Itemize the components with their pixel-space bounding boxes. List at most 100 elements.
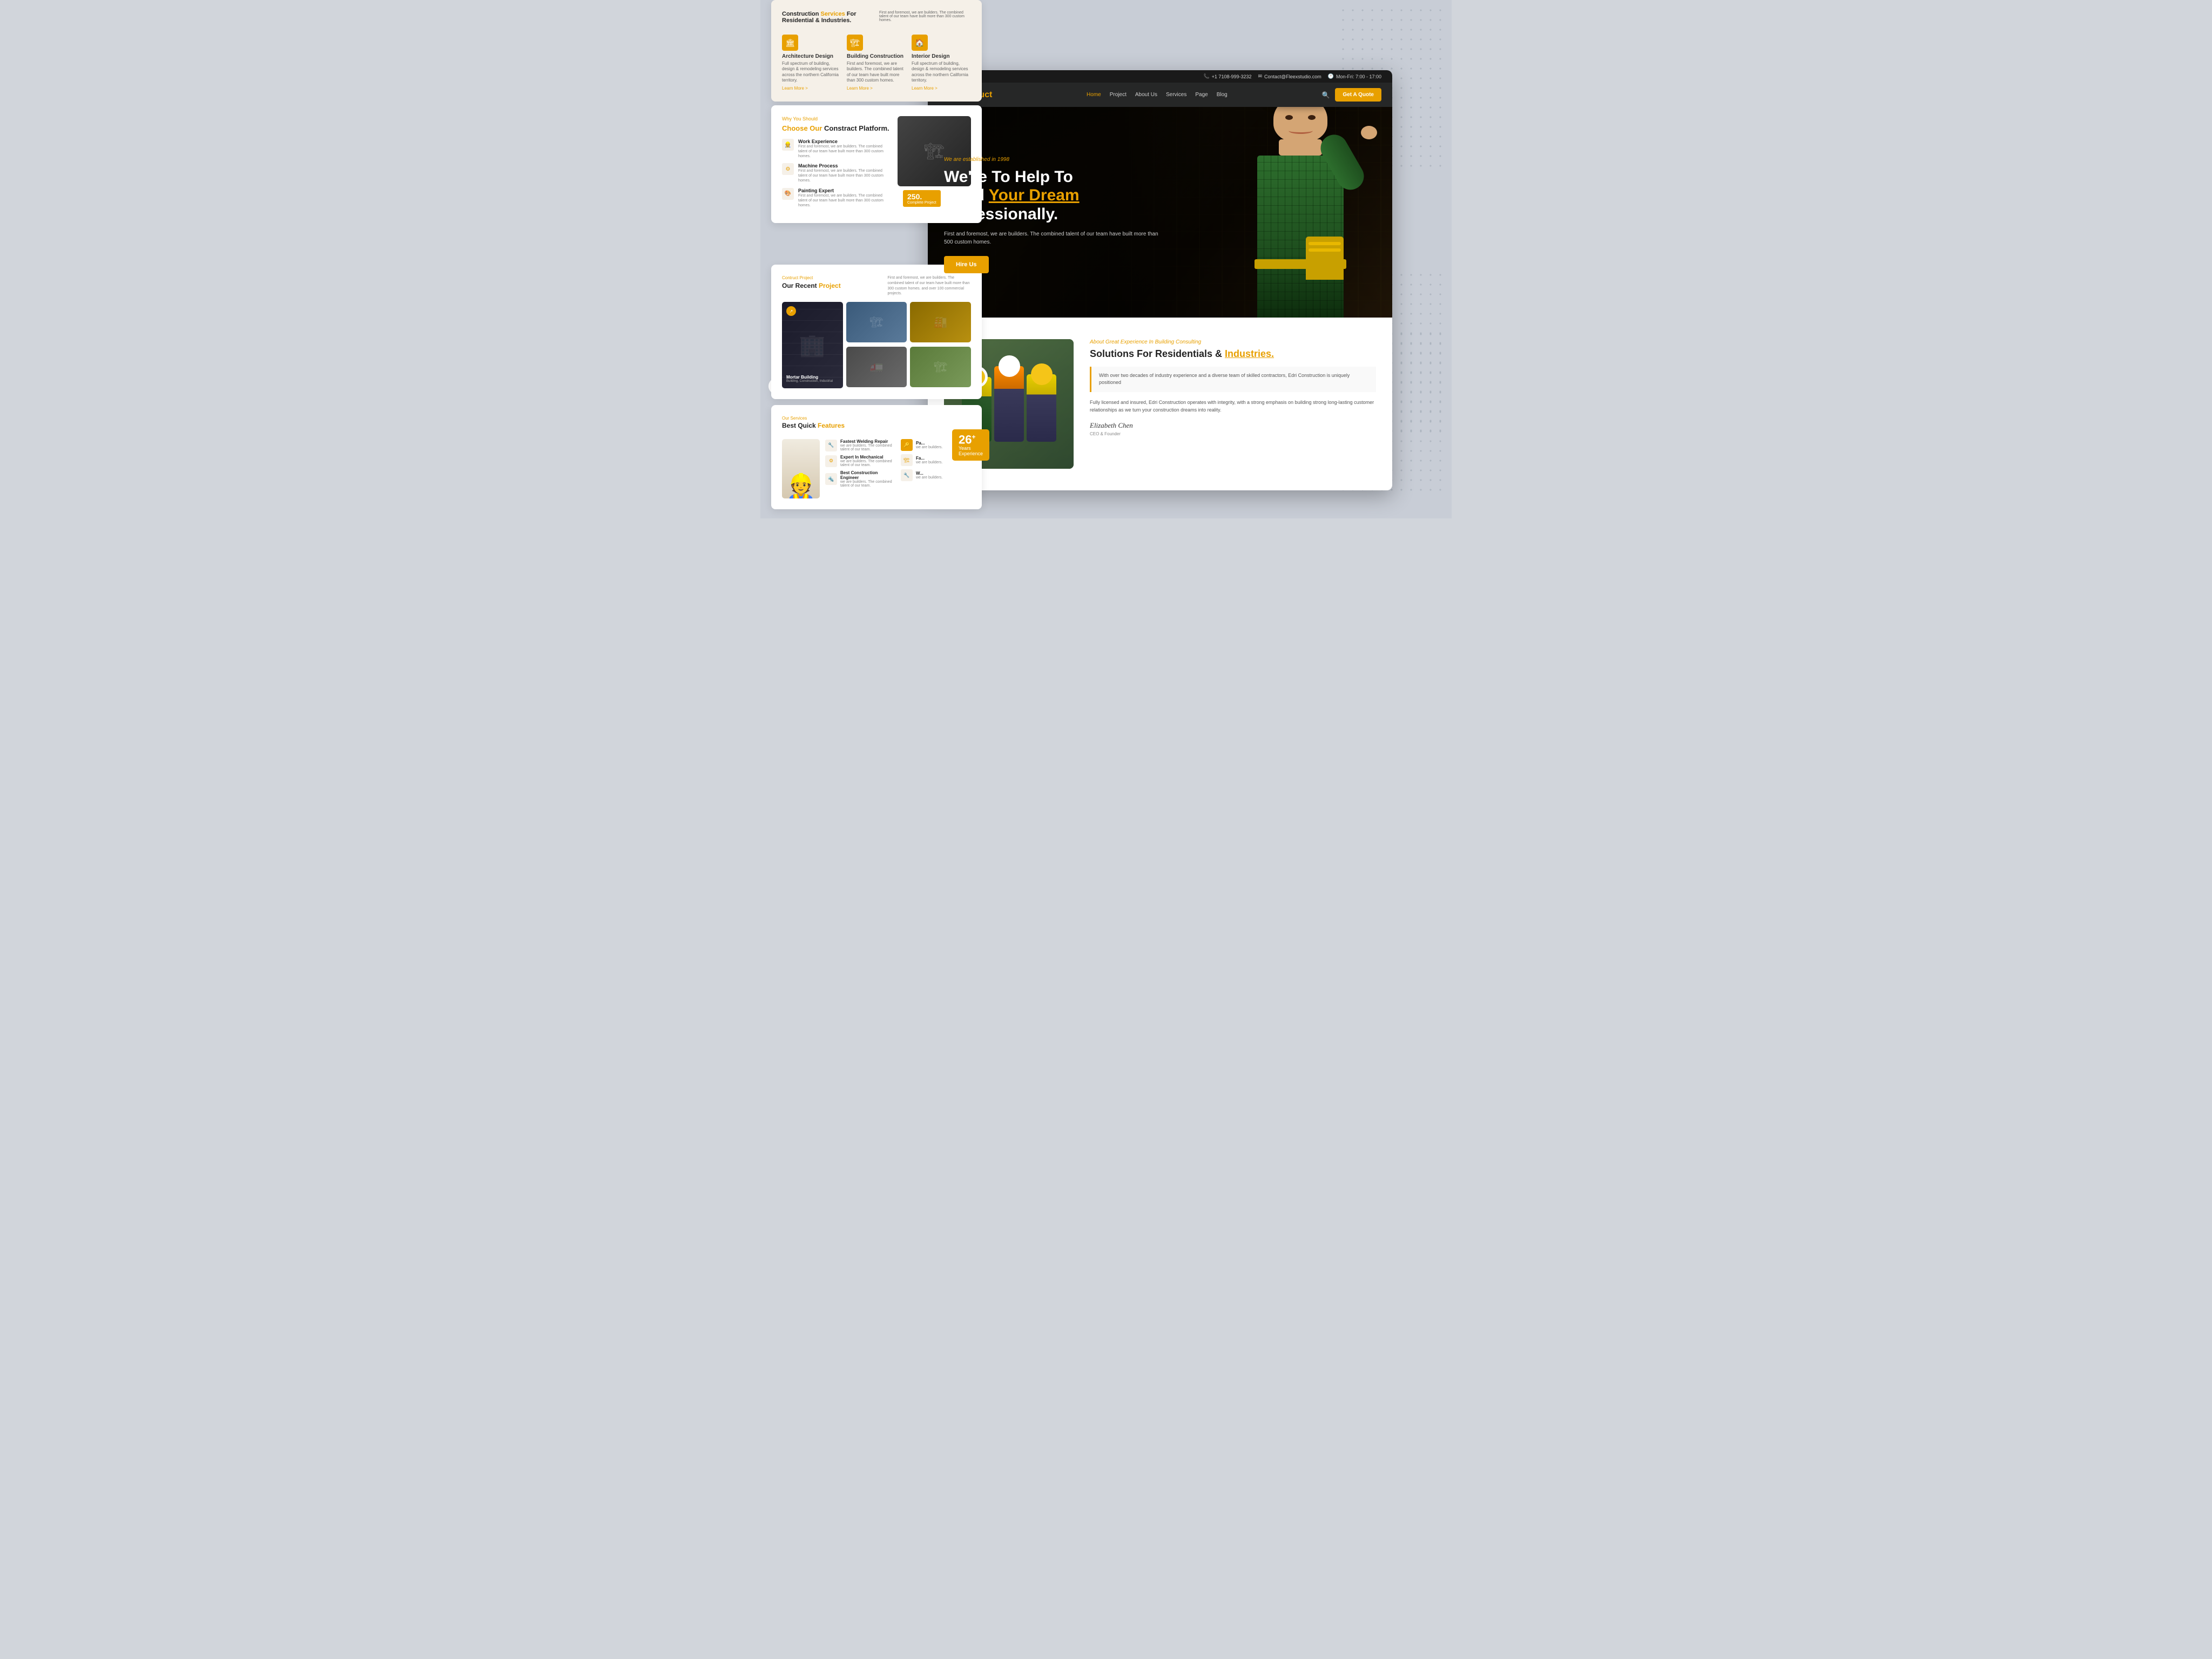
welding-icon: 🔧	[825, 440, 837, 451]
nav-project[interactable]: Project	[1110, 92, 1127, 98]
hero-worker	[1246, 118, 1381, 318]
machine-desc: First and foremost, we are builders. The…	[798, 168, 892, 183]
project-grid: 🏢 ↗ Mortar Building Building, Constructi…	[782, 302, 971, 388]
engineer-title: Best Construction Engineer	[840, 470, 895, 480]
hero-title-line1: We're To Help To	[944, 168, 1073, 186]
architecture-icon: 🏛	[782, 35, 798, 51]
top-bar-right: 📞 +1 7108-999-3232 ✉ Contact@Fleexstudio…	[1203, 73, 1381, 79]
service-item-building: 🏗 Building Construction First and foremo…	[847, 35, 906, 91]
choose-pre-title: Why You Should	[782, 116, 892, 122]
features-highlight: Features	[818, 422, 845, 429]
tool-bag	[1306, 237, 1344, 280]
about-section: 26+ YearsExperience About Great Experien…	[928, 318, 1392, 490]
project-item-4[interactable]: 🚛	[846, 347, 907, 387]
interior-title: Interior Design	[912, 53, 971, 59]
engineer-icon: 🔩	[825, 473, 837, 485]
project-highlight: Project	[819, 282, 841, 289]
card-project: Contruct Project Our Recent Project Firs…	[771, 265, 982, 399]
experience-label: YearsExperience	[959, 446, 983, 456]
hero-title-line3: Professionally.	[944, 205, 1058, 223]
ceo-title: CEO & Founder	[1090, 431, 1376, 436]
project-item-5[interactable]: 🏗	[910, 347, 971, 387]
hero-title: We're To Help To Build Your Dream Profes…	[944, 168, 1160, 224]
experience-title: Work Experience	[798, 139, 892, 144]
experience-icon: 👷	[782, 139, 794, 151]
machine-title: Machine Process	[798, 163, 892, 168]
experience-number: 26+	[959, 434, 983, 446]
hero-title-line2: Build	[944, 186, 989, 204]
hours-info: 🕐 Mon-Fri: 7:00 - 17:00	[1328, 73, 1381, 79]
feature-w: 🔧 W... we are builders.	[901, 469, 971, 481]
welding-title: Fastest Welding Repair	[840, 439, 895, 444]
architecture-learn-more[interactable]: Learn More >	[782, 86, 841, 91]
experience-badge: 26+ YearsExperience	[952, 429, 989, 461]
feature-welding: 🔧 Fastest Welding Repair we are builders…	[825, 439, 895, 451]
nav-page[interactable]: Page	[1195, 92, 1208, 98]
business-hours: Mon-Fri: 7:00 - 17:00	[1336, 74, 1381, 79]
mechanical-desc: we are builders. The combined talent of …	[840, 460, 895, 467]
fast-service-icon: 🔑	[901, 439, 913, 451]
service-item-interior: 🏠 Interior Design Full spectrum of build…	[912, 35, 971, 91]
building-desc: First and foremost, we are builders. The…	[847, 61, 906, 84]
architecture-desc: Full spectrum of building, design & remo…	[782, 61, 841, 84]
worker-face	[1273, 107, 1327, 142]
worker-hand	[1361, 126, 1377, 139]
about-pre-title: About Great Experience In Building Consu…	[1090, 339, 1376, 345]
get-quote-button[interactable]: Get A Quote	[1335, 88, 1381, 102]
engineer-desc: we are builders. The combined talent of …	[840, 480, 895, 488]
about-quote: With over two decades of industry experi…	[1090, 367, 1376, 392]
nav-home[interactable]: Home	[1087, 92, 1101, 98]
project-item-3[interactable]: 🏭	[910, 302, 971, 342]
hire-us-button[interactable]: Hire Us	[944, 256, 989, 273]
painting-title: Painting Expert	[798, 188, 892, 193]
project-description: First and foremost, we are builders. The…	[887, 275, 971, 296]
features-list-left: 🔧 Fastest Welding Repair we are builders…	[825, 439, 895, 498]
choose-badge: 250. Complete Project	[903, 190, 941, 207]
top-bar: f t in G+ 📞 +1 7108-999-3232 ✉ Contact@F…	[928, 70, 1392, 83]
nav-actions: 🔍 Get A Quote	[1321, 88, 1381, 102]
choose-item-experience: 👷 Work Experience First and foremost, we…	[782, 139, 892, 159]
architecture-title: Architecture Design	[782, 53, 841, 59]
phone-icon: 📞	[1203, 73, 1209, 79]
feature-engineer: 🔩 Best Construction Engineer we are buil…	[825, 470, 895, 488]
about-description: Fully licensed and insured, Edri Constru…	[1090, 399, 1376, 414]
mechanical-title: Expert In Mechanical	[840, 455, 895, 460]
building-title: Building Construction	[847, 53, 906, 59]
clock-icon: 🕐	[1328, 73, 1334, 79]
building-learn-more[interactable]: Learn More >	[847, 86, 906, 91]
about-title: Solutions For Residentials & Industries.	[1090, 348, 1376, 360]
phone-number: +1 7108-999-3232	[1212, 74, 1252, 79]
badge-label: Complete Project	[907, 201, 936, 205]
hero-description: First and foremost, we are builders. The…	[944, 230, 1160, 246]
about-text: About Great Experience In Building Consu…	[1090, 339, 1376, 436]
project-pre-title: Contruct Project	[782, 275, 882, 280]
project-item-2[interactable]: 🏗	[846, 302, 907, 342]
badge-number: 250.	[907, 192, 936, 201]
nav-about[interactable]: About Us	[1135, 92, 1157, 98]
nav-blog[interactable]: Blog	[1217, 92, 1228, 98]
w-icon: 🔧	[901, 469, 913, 481]
interior-icon: 🏠	[912, 35, 928, 51]
choose-item-machine: ⚙ Machine Process First and foremost, we…	[782, 163, 892, 183]
nav-services[interactable]: Services	[1166, 92, 1186, 98]
experience-desc: First and foremost, we are builders. The…	[798, 144, 892, 159]
service-item-architecture: 🏛 Architecture Design Full spectrum of b…	[782, 35, 841, 91]
interior-learn-more[interactable]: Learn More >	[912, 86, 971, 91]
building-icon: 🏗	[847, 35, 863, 51]
features-content: 👷 🔧 Fastest Welding Repair we are builde…	[782, 439, 971, 498]
hero-content: We are established in 1998 We're To Help…	[944, 157, 1160, 274]
project-item-mortar[interactable]: 🏢 ↗ Mortar Building Building, Constructi…	[782, 302, 843, 388]
interior-desc: Full spectrum of building, design & remo…	[912, 61, 971, 84]
mortar-title: Mortar Building	[786, 375, 833, 380]
mechanical-icon: ⚙	[825, 455, 837, 467]
machine-icon: ⚙	[782, 163, 794, 175]
about-highlight: Industries.	[1225, 348, 1274, 359]
card-services: Construction Services For Residential & …	[771, 0, 982, 102]
ceo-signature: Elizabeth Chen	[1090, 421, 1376, 430]
welding-desc: we are builders. The combined talent of …	[840, 444, 895, 451]
services-highlight: Services	[821, 11, 845, 17]
fa-icon: 🏗	[901, 454, 913, 466]
services-grid: 🏛 Architecture Design Full spectrum of b…	[782, 35, 971, 91]
search-icon[interactable]: 🔍	[1321, 91, 1330, 99]
features-pre-title: Our Services	[782, 416, 845, 421]
